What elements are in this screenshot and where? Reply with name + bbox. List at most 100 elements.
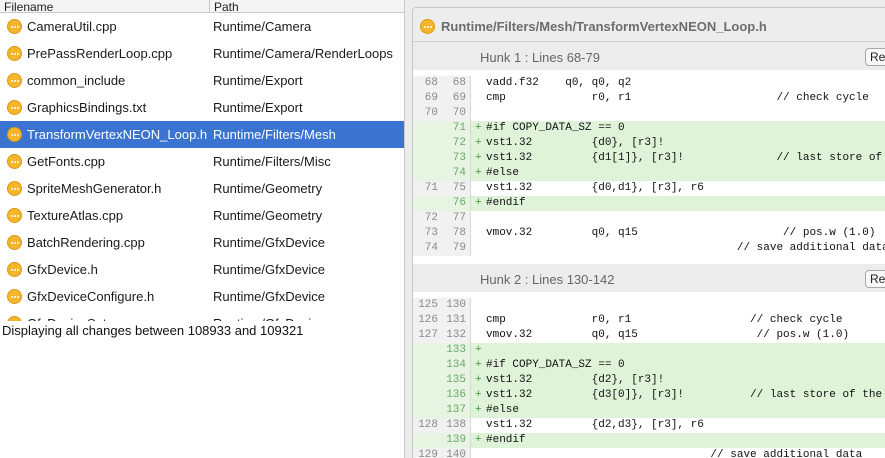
revert-hunk-button[interactable]: Revert	[865, 270, 885, 288]
diff-file-title: Runtime/Filters/Mesh/TransformVertexNEON…	[441, 19, 767, 34]
diff-line-added: 137 + #else	[413, 403, 885, 418]
file-path: Runtime/Filters/Mesh	[213, 127, 336, 142]
file-row[interactable]: CameraUtil.cpp Runtime/Camera	[0, 13, 404, 40]
added-marker: +	[475, 344, 482, 356]
modified-icon	[420, 19, 435, 34]
modified-icon	[7, 154, 22, 169]
file-path: Runtime/Geometry	[213, 208, 323, 223]
diff-line-added: 71 + #if COPY_DATA_SZ == 0	[413, 121, 885, 136]
diff-line-added: 134 + #if COPY_DATA_SZ == 0	[413, 358, 885, 373]
added-marker: +	[475, 197, 482, 209]
diff-pane: Runtime/Filters/Mesh/TransformVertexNEON…	[405, 0, 885, 458]
modified-icon	[7, 262, 22, 277]
column-header-filename[interactable]: Filename	[4, 1, 53, 13]
file-name: GfxDevice.h	[27, 262, 98, 277]
file-row[interactable]: GetFonts.cpp Runtime/Filters/Misc	[0, 148, 404, 175]
old-line-number: 128	[418, 419, 438, 431]
file-row[interactable]: GfxDevice.h Runtime/GfxDevice	[0, 256, 404, 283]
new-line-number: 77	[452, 212, 466, 224]
diff-line-context: 73 78 vmov.32 q0, q15 // pos.w (1.0)	[413, 226, 885, 241]
file-path: Runtime/Filters/Misc	[213, 154, 331, 169]
new-line-number: 72	[452, 137, 466, 149]
column-divider[interactable]	[209, 0, 210, 13]
hunk-header: Hunk 1 : Lines 68-79 Revert	[413, 42, 885, 70]
file-row[interactable]: TextureAtlas.cpp Runtime/Geometry	[0, 202, 404, 229]
line-number-gutter: 129 140	[413, 448, 471, 458]
file-row[interactable]: PrePassRenderLoop.cpp Runtime/Camera/Rend…	[0, 40, 404, 67]
new-line-number: 74	[452, 167, 466, 179]
file-row[interactable]: GfxDeviceConfigure.h Runtime/GfxDevice	[0, 283, 404, 310]
file-path: Runtime/Export	[213, 100, 303, 115]
new-line-number: 75	[452, 182, 466, 194]
code-text: // save additional data	[486, 242, 885, 254]
new-line-number: 137	[446, 404, 466, 416]
code-text: cmp r0, r1 // check cycle	[486, 314, 843, 326]
new-line-number: 71	[452, 122, 466, 134]
hunk-header: Hunk 2 : Lines 130-142 Revert	[413, 264, 885, 292]
old-line-number: 69	[424, 92, 438, 104]
diff-line-context: 74 79 // save additional data	[413, 241, 885, 256]
code-text: vst1.32 {d0,d1}, [r3], r6	[486, 182, 704, 194]
new-line-number: 134	[446, 359, 466, 371]
file-list-pane: Filename Path CameraUtil.cpp Runtime/Came…	[0, 0, 404, 458]
diff-line-context: 128 138 vst1.32 {d2,d3}, [r3], r6	[413, 418, 885, 433]
new-line-number: 136	[446, 389, 466, 401]
revert-hunk-button[interactable]: Revert	[865, 48, 885, 66]
old-line-number: 126	[418, 314, 438, 326]
modified-icon	[7, 73, 22, 88]
code-text: vmov.32 q0, q15 // pos.w (1.0)	[486, 227, 876, 239]
new-line-number: 131	[446, 314, 466, 326]
file-name: common_include	[27, 73, 126, 88]
code-text: vst1.32 {d2,d3}, [r3], r6	[486, 419, 704, 431]
line-number-gutter: 72	[413, 136, 471, 151]
file-row[interactable]: common_include Runtime/Export	[0, 67, 404, 94]
new-line-number: 138	[446, 419, 466, 431]
modified-icon	[7, 208, 22, 223]
file-row[interactable]: GfxDeviceSetup.cpp Runtime/GfxDevice	[0, 310, 404, 321]
file-path: Runtime/Camera	[213, 19, 312, 34]
file-row[interactable]: SpriteMeshGenerator.h Runtime/Geometry	[0, 175, 404, 202]
old-line-number: 74	[424, 242, 438, 254]
diff-line-added: 135 + vst1.32 {d2}, [r3]!	[413, 373, 885, 388]
new-line-number: 135	[446, 374, 466, 386]
code-text: vmov.32 q0, q15 // pos.w (1.0)	[486, 329, 850, 341]
column-header-path[interactable]: Path	[214, 1, 239, 13]
diff-line-context: 129 140 // save additional data	[413, 448, 885, 458]
diff-line-added: 72 + vst1.32 {d0}, [r3]!	[413, 136, 885, 151]
code-text: // save additional data	[486, 449, 863, 458]
hunk-title: Hunk 2 : Lines 130-142	[480, 272, 615, 287]
added-marker: +	[475, 167, 482, 179]
modified-icon	[7, 289, 22, 304]
line-number-gutter: 71	[413, 121, 471, 136]
added-marker: +	[475, 404, 482, 416]
file-path: Runtime/GfxDevice	[213, 235, 325, 250]
diff-line-context: 69 69 cmp r0, r1 // check cycle	[413, 91, 885, 106]
line-number-gutter: 72 77	[413, 211, 471, 226]
modified-icon	[7, 181, 22, 196]
file-path: Runtime/GfxDevice	[213, 262, 325, 277]
added-marker: +	[475, 137, 482, 149]
file-row[interactable]: GraphicsBindings.txt Runtime/Export	[0, 94, 404, 121]
file-name: BatchRendering.cpp	[27, 235, 145, 250]
file-path: Runtime/Geometry	[213, 181, 323, 196]
diff-file-header: Runtime/Filters/Mesh/TransformVertexNEON…	[413, 8, 885, 42]
line-number-gutter: 127 132	[413, 328, 471, 343]
code-text: #if COPY_DATA_SZ == 0	[486, 122, 625, 134]
line-number-gutter: 126 131	[413, 313, 471, 328]
line-number-gutter: 128 138	[413, 418, 471, 433]
file-row-selected[interactable]: TransformVertexNEON_Loop.h Runtime/Filter…	[0, 121, 404, 148]
file-row[interactable]: BatchRendering.cpp Runtime/GfxDevice	[0, 229, 404, 256]
new-line-number: 73	[452, 152, 466, 164]
new-line-number: 132	[446, 329, 466, 341]
line-number-gutter: 74 79	[413, 241, 471, 256]
new-line-number: 139	[446, 434, 466, 446]
new-line-number: 78	[452, 227, 466, 239]
diff-line-context: 125 130	[413, 298, 885, 313]
added-marker: +	[475, 434, 482, 446]
diff-line-context: 126 131 cmp r0, r1 // check cycle	[413, 313, 885, 328]
new-line-number: 68	[452, 77, 466, 89]
code-text: vst1.32 {d1[1]}, [r3]! // last store of …	[486, 152, 885, 164]
modified-icon	[7, 100, 22, 115]
code-text: #else	[486, 167, 520, 179]
old-line-number: 70	[424, 107, 438, 119]
